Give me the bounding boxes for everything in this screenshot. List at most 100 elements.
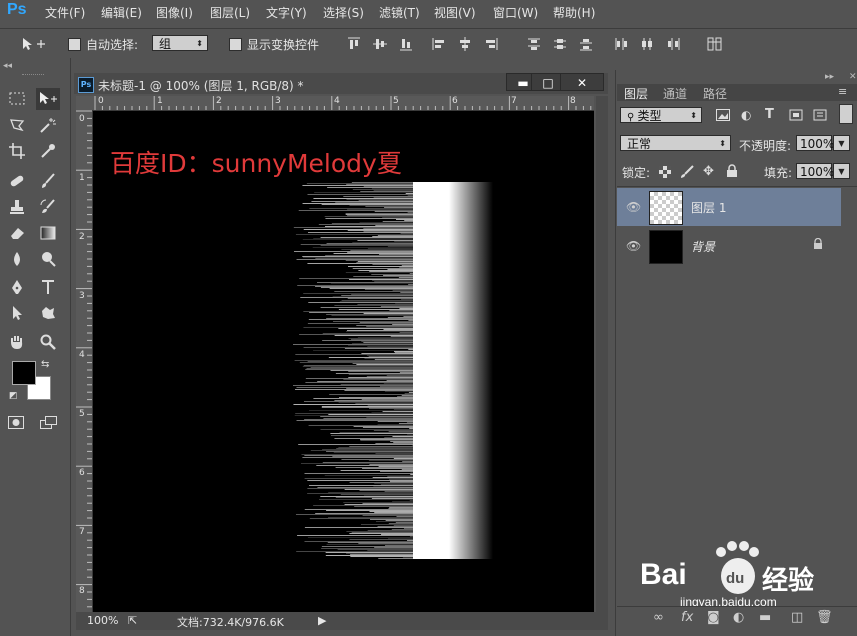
align-vcenter-icon[interactable] — [373, 37, 387, 51]
close-panel-icon[interactable]: ✕ — [849, 72, 857, 82]
layer-row-background[interactable]: 👁 背景 — [617, 227, 841, 265]
menu-help[interactable]: 帮助(H) — [553, 4, 595, 21]
layer-name[interactable]: 图层 1 — [691, 199, 726, 216]
delete-layer-icon[interactable]: 🗑 — [816, 610, 833, 625]
blend-mode-dropdown[interactable]: 正常 ⬍ — [620, 135, 731, 151]
menu-select[interactable]: 选择(S) — [323, 4, 364, 21]
swap-colors-icon[interactable]: ⇆ — [41, 359, 49, 370]
close-button[interactable]: ✕ — [560, 73, 604, 91]
menu-layer[interactable]: 图层(L) — [210, 4, 250, 21]
tools-grip[interactable] — [22, 74, 44, 78]
status-menu-arrow-icon[interactable]: ▶ — [318, 614, 326, 627]
align-bottom-icon[interactable] — [399, 37, 413, 51]
foreground-color-swatch-top[interactable] — [12, 361, 36, 385]
filter-pixel-icon[interactable] — [716, 109, 730, 124]
ruler-vertical[interactable]: 0 1 2 3 4 5 6 7 8 — [76, 110, 93, 612]
filter-adjustment-icon[interactable]: ◐ — [741, 108, 751, 122]
fill-slider-button[interactable]: ▼ — [833, 163, 850, 179]
gradient-icon[interactable] — [36, 222, 60, 244]
marquee-icon[interactable] — [5, 88, 29, 110]
filter-shape-icon[interactable] — [789, 109, 803, 124]
menu-view[interactable]: 视图(V) — [434, 4, 476, 21]
dodge-icon[interactable] — [36, 248, 60, 270]
opacity-slider-button[interactable]: ▼ — [833, 135, 850, 151]
filter-smart-object-icon[interactable] — [813, 109, 827, 124]
magic-wand-icon[interactable] — [36, 114, 60, 136]
new-layer-icon[interactable]: ◫ — [791, 610, 803, 625]
history-brush-icon[interactable] — [36, 196, 60, 218]
filter-toggle[interactable] — [839, 104, 853, 124]
distribute-right-icon[interactable] — [666, 37, 680, 51]
vertical-scrollbar[interactable] — [596, 96, 608, 612]
stamp-icon[interactable] — [5, 196, 29, 218]
menu-filter[interactable]: 滤镜(T) — [379, 4, 420, 21]
auto-select-dropdown[interactable]: 组 ⬍ — [152, 35, 208, 51]
lock-all-icon[interactable] — [726, 164, 738, 181]
lasso-icon[interactable] — [5, 114, 29, 136]
eye-icon[interactable]: 👁 — [626, 239, 641, 253]
distribute-hcenter-icon[interactable] — [640, 37, 654, 51]
show-transform-checkbox[interactable] — [229, 38, 242, 51]
filter-type-icon[interactable]: T — [765, 107, 774, 122]
menu-file[interactable]: 文件(F) — [45, 4, 85, 21]
opacity-input[interactable]: 100% — [796, 135, 834, 151]
align-right-icon[interactable] — [484, 37, 498, 51]
align-hcenter-icon[interactable] — [458, 37, 472, 51]
eyedropper-icon[interactable] — [36, 140, 60, 162]
default-colors-icon[interactable]: ◩ — [9, 391, 18, 401]
distribute-top-icon[interactable] — [527, 37, 541, 51]
adjustment-layer-icon[interactable]: ◐ — [733, 610, 744, 625]
document-canvas[interactable] — [93, 111, 594, 612]
crop-icon[interactable] — [5, 140, 29, 162]
eye-icon[interactable]: 👁 — [626, 200, 641, 214]
layer-style-icon[interactable]: fx — [681, 610, 693, 625]
eraser-icon[interactable] — [5, 222, 29, 244]
collapse-tools-icon[interactable]: ◂◂ — [3, 61, 12, 71]
move-icon[interactable] — [36, 88, 60, 110]
screen-mode-icon[interactable] — [40, 416, 58, 433]
type-icon[interactable] — [36, 276, 60, 298]
collapse-panel-icon[interactable]: ▸▸ — [825, 72, 834, 82]
align-top-icon[interactable] — [347, 37, 361, 51]
add-mask-icon[interactable]: ◙ — [707, 610, 720, 625]
distribute-bottom-icon[interactable] — [579, 37, 593, 51]
align-left-icon[interactable] — [432, 37, 446, 51]
auto-select-checkbox[interactable] — [68, 38, 81, 51]
quick-mask-icon[interactable] — [8, 416, 24, 432]
blur-icon[interactable] — [5, 248, 29, 270]
move-tool-preset-icon[interactable] — [20, 36, 46, 55]
auto-align-icon[interactable] — [707, 37, 722, 51]
ruler-horizontal[interactable]: 0 1 2 3 4 5 6 7 8 — [92, 96, 594, 111]
menu-window[interactable]: 窗口(W) — [493, 4, 538, 21]
distribute-left-icon[interactable] — [614, 37, 628, 51]
zoom-level[interactable]: 100% — [87, 614, 118, 627]
layer-name[interactable]: 背景 — [691, 238, 715, 255]
layer-row-layer1[interactable]: 👁 图层 1 — [617, 188, 841, 226]
link-layers-icon[interactable]: ∞ — [653, 610, 664, 625]
tab-paths[interactable]: 路径 — [703, 85, 727, 102]
shape-icon[interactable] — [36, 302, 60, 324]
panel-menu-icon[interactable]: ≡ — [838, 85, 847, 98]
share-icon[interactable]: ⇱ — [128, 614, 137, 627]
distribute-vcenter-icon[interactable] — [553, 37, 567, 51]
tab-layers[interactable]: 图层 — [624, 85, 648, 102]
brush-icon[interactable] — [36, 170, 60, 192]
new-group-icon[interactable]: ▬ — [759, 610, 771, 625]
menu-edit[interactable]: 编辑(E) — [101, 4, 142, 21]
tab-channels[interactable]: 通道 — [663, 85, 687, 102]
fill-input[interactable]: 100% — [796, 163, 834, 179]
blur-streak — [352, 189, 415, 190]
menu-image[interactable]: 图像(I) — [156, 4, 193, 21]
lock-pixels-icon[interactable] — [680, 165, 694, 182]
lock-position-icon[interactable]: ✥ — [703, 164, 714, 179]
zoom-icon[interactable] — [36, 331, 60, 353]
blur-streak — [357, 304, 415, 305]
healing-icon[interactable] — [5, 170, 29, 192]
hand-icon[interactable] — [5, 331, 29, 353]
lock-transparent-icon[interactable] — [659, 166, 671, 181]
layer-filter-dropdown[interactable]: ⚲ 类型 ⬍ — [620, 107, 702, 123]
ruler-origin[interactable] — [76, 96, 92, 110]
menu-type[interactable]: 文字(Y) — [266, 4, 307, 21]
path-select-icon[interactable] — [5, 302, 29, 324]
pen-icon[interactable] — [5, 276, 29, 298]
